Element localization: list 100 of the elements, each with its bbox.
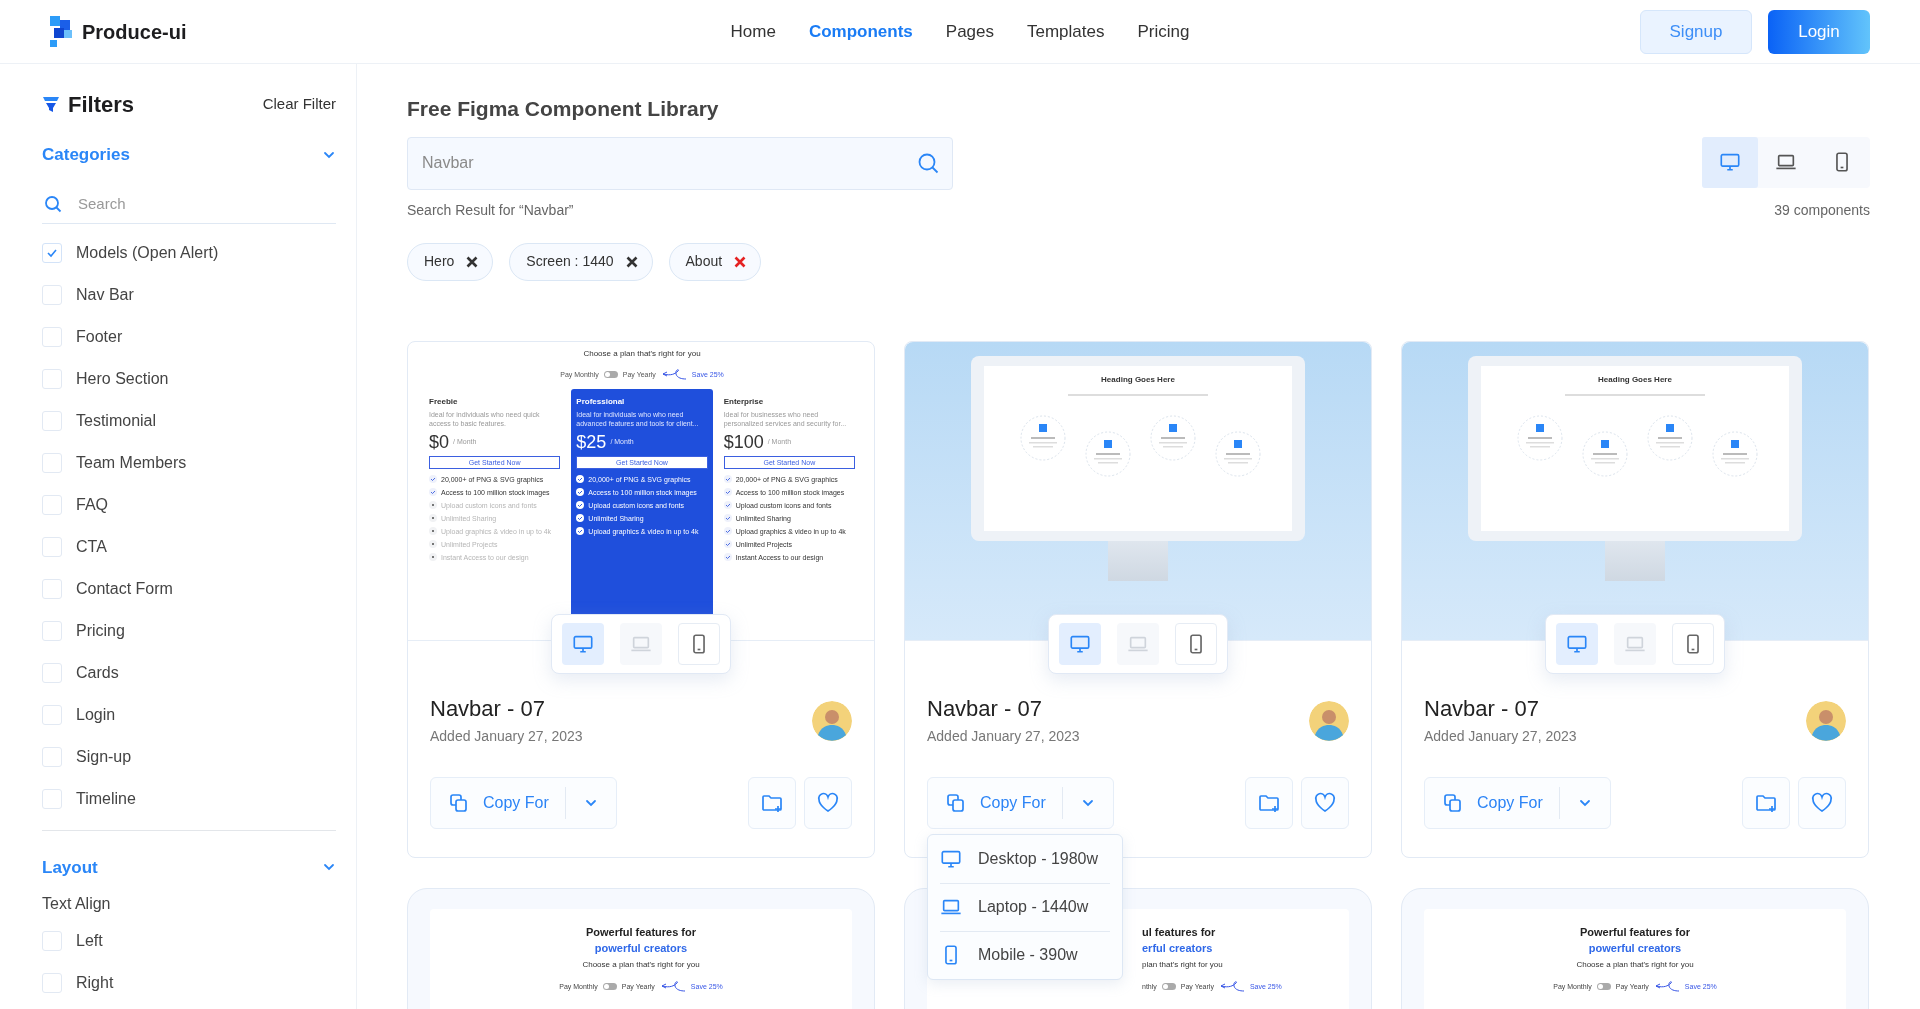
cross-icon <box>429 553 437 561</box>
device-button[interactable] <box>1059 622 1101 665</box>
check-icon <box>723 475 732 483</box>
favorite-button[interactable] <box>1798 776 1846 829</box>
check-icon <box>723 514 732 522</box>
preview-heading: Heading Goes Here <box>1100 373 1176 386</box>
checkbox-label: Cards <box>76 662 119 683</box>
checkbox-label: Left <box>76 931 103 951</box>
add-to-folder-button[interactable] <box>1245 776 1293 829</box>
arrow-drawing <box>1218 980 1245 993</box>
plan-price: $100 <box>723 431 764 452</box>
card-title: Navbar - 07 <box>927 695 1043 722</box>
favorite-button[interactable] <box>1301 776 1349 829</box>
preview-title: Choose a plan that's right for you <box>582 348 702 359</box>
heart-icon <box>817 791 839 814</box>
device-button[interactable] <box>1672 622 1714 665</box>
checkbox-label: Login <box>76 704 116 725</box>
menu-item[interactable]: Mobile - 390w <box>940 930 1110 979</box>
clear-filter-link[interactable]: Clear Filter <box>262 92 336 116</box>
filters-heading: Filters <box>68 90 135 119</box>
check-icon <box>576 475 585 483</box>
preview-subtitle: Choose a plan that's right for you <box>582 958 700 971</box>
nav-link[interactable]: Pages <box>945 18 994 45</box>
check-icon <box>576 527 585 535</box>
chip-label: Hero <box>424 252 455 271</box>
search-result-text: Search Result for “Navbar” <box>407 200 574 220</box>
nav-link[interactable]: Templates <box>1027 18 1105 45</box>
heart-icon <box>1811 791 1833 814</box>
monitor-stand <box>1605 540 1665 581</box>
arrow-drawing <box>660 368 687 381</box>
check-icon <box>723 527 732 535</box>
device-button[interactable] <box>1556 622 1598 665</box>
checkbox-label: FAQ <box>76 494 108 515</box>
checkbox[interactable] <box>42 284 62 305</box>
menu-item[interactable]: Desktop - 1980w <box>940 834 1110 883</box>
section-heading: Categories <box>42 144 130 166</box>
checkbox[interactable] <box>42 494 62 515</box>
add-to-folder-button[interactable] <box>1742 776 1790 829</box>
cross-icon <box>429 540 437 548</box>
close-icon[interactable] <box>466 255 479 268</box>
logo-icon <box>50 15 74 48</box>
search-icon <box>44 194 62 213</box>
checkbox[interactable] <box>42 973 62 993</box>
checkbox[interactable] <box>42 704 62 725</box>
search-icon <box>917 151 939 174</box>
avatar <box>812 701 852 741</box>
filter-icon <box>42 95 60 113</box>
checkbox[interactable] <box>42 326 62 347</box>
checkbox-label: Footer <box>76 326 123 347</box>
add-to-folder-button[interactable] <box>748 776 796 829</box>
nav-link[interactable]: Components <box>808 18 913 45</box>
checkbox[interactable] <box>42 452 62 473</box>
plan-name: Freebie <box>429 396 459 407</box>
checkbox[interactable] <box>42 662 62 683</box>
preview-subtitle: Choose a plan that's right for you <box>1576 958 1694 971</box>
arrow-drawing <box>1653 980 1680 993</box>
view-toggle[interactable] <box>1702 136 1758 188</box>
checkbox[interactable] <box>42 620 62 641</box>
chip-label: About <box>685 252 723 271</box>
device-button[interactable] <box>1175 622 1217 665</box>
cross-icon <box>429 527 437 535</box>
copy-icon <box>449 792 469 813</box>
chip-label: Screen : 1440 <box>526 252 614 271</box>
checkbox[interactable] <box>42 931 62 951</box>
check-icon <box>576 501 585 509</box>
checkbox[interactable] <box>42 578 62 599</box>
nav-link[interactable]: Home <box>730 18 776 45</box>
checkbox[interactable] <box>42 242 62 263</box>
nav-link[interactable]: Pricing <box>1137 18 1190 45</box>
date-text: Added January 27, 2023 <box>927 726 1080 746</box>
section-heading: Layout <box>42 856 98 879</box>
search-field[interactable]: Search <box>42 183 336 224</box>
favorite-button[interactable] <box>804 776 852 829</box>
checkbox-label: Timeline <box>76 788 136 809</box>
check-icon <box>723 488 732 496</box>
close-icon[interactable] <box>625 255 638 268</box>
plan-name: Enterprise <box>723 396 765 407</box>
plan-price: $0 <box>429 431 450 452</box>
checkbox[interactable] <box>42 536 62 557</box>
check-icon <box>723 540 732 548</box>
checkbox[interactable] <box>42 788 62 809</box>
preview-heading: erful creators <box>1142 940 1213 956</box>
card-title: Navbar - 07 <box>430 695 546 722</box>
subheading: Text Align <box>42 894 112 914</box>
page-title: Free Figma Component Library <box>407 96 720 122</box>
plan-name: Professional <box>576 396 626 407</box>
checkbox-label: Testimonial <box>76 410 157 431</box>
checkbox[interactable] <box>42 410 62 431</box>
menu-item[interactable]: Laptop - 1440w <box>940 882 1110 931</box>
checkbox[interactable] <box>42 368 62 389</box>
heart-icon <box>1314 791 1336 814</box>
arrow-drawing <box>659 980 686 993</box>
card-title: Navbar - 07 <box>1424 695 1540 722</box>
check-icon <box>429 488 437 496</box>
checkbox-label: Right <box>76 973 114 993</box>
device-button[interactable] <box>678 622 720 665</box>
device-button[interactable] <box>562 622 604 665</box>
date-text: Added January 27, 2023 <box>430 726 583 746</box>
preview-subtitle: plan that's right for you <box>1142 958 1223 971</box>
checkbox[interactable] <box>42 746 62 767</box>
